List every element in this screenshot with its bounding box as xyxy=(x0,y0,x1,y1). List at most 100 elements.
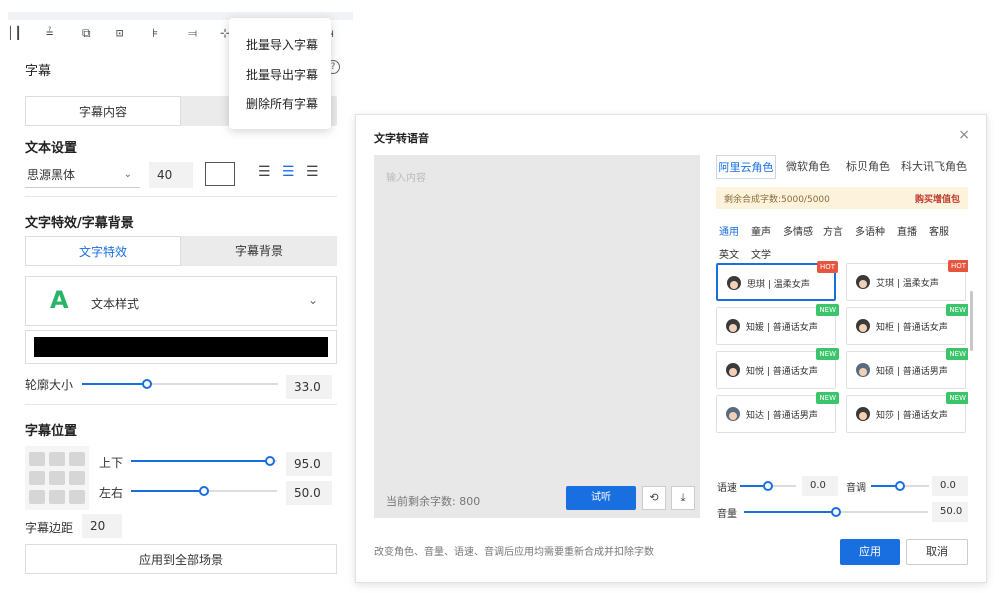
position-cell[interactable] xyxy=(49,490,65,504)
position-grid[interactable] xyxy=(25,446,89,510)
text-settings-title: 文本设置 xyxy=(25,141,78,156)
horizontal-slider-fill xyxy=(131,490,204,492)
voice-scrollbar[interactable] xyxy=(970,291,973,351)
category-emotion[interactable]: 多情感 xyxy=(783,223,813,238)
align-horizontal-icon[interactable]: ⊧ xyxy=(152,26,158,40)
volume-slider-handle[interactable] xyxy=(831,507,841,517)
volume-value[interactable]: 50.0 xyxy=(932,502,968,522)
voice-card[interactable]: 知硕 | 普通话男声 NEW xyxy=(846,348,968,389)
volume-slider[interactable] xyxy=(744,507,928,517)
close-icon[interactable]: × xyxy=(958,127,970,143)
divider xyxy=(25,404,337,405)
tts-text-input[interactable]: 输入内容 xyxy=(374,155,700,470)
position-cell[interactable] xyxy=(49,471,65,485)
position-cell[interactable] xyxy=(29,471,45,485)
font-size-input[interactable]: 40 xyxy=(149,162,193,188)
apply-button[interactable]: 应用 xyxy=(840,539,900,565)
history-icon[interactable]: ⟲ xyxy=(642,486,666,510)
apply-all-scenes-button[interactable]: 应用到全部场景 xyxy=(25,544,337,574)
position-cell[interactable] xyxy=(69,452,85,466)
volume-label: 音量 xyxy=(717,509,737,520)
align-top-icon[interactable]: ≟ xyxy=(46,26,53,40)
speed-label: 语速 xyxy=(717,483,737,494)
tab-subtitle-background[interactable]: 字幕背景 xyxy=(181,236,337,266)
text-align-right-icon[interactable]: ☰ xyxy=(306,164,319,180)
font-color-picker[interactable] xyxy=(205,162,235,186)
tab-vendor-biaobei[interactable]: 标贝角色 xyxy=(840,155,896,179)
voice-card[interactable]: 知悦 | 普通话女声 NEW xyxy=(716,348,839,389)
style-preview[interactable] xyxy=(25,330,337,364)
category-general[interactable]: 通用 xyxy=(719,223,739,238)
speed-slider-handle[interactable] xyxy=(763,481,773,491)
tts-dialog: 文字转语音 × 输入内容 当前剩余字数: 800 试听 ⟲ ⤓ 阿里云角色 微软… xyxy=(355,114,987,583)
tab-subtitle-content[interactable]: 字幕内容 xyxy=(25,96,181,126)
cancel-button[interactable]: 取消 xyxy=(906,539,968,565)
category-dialect[interactable]: 方言 xyxy=(823,223,843,238)
font-select-value: 思源黑体 xyxy=(27,168,76,182)
voice-card[interactable]: 知柜 | 普通话女声 NEW xyxy=(846,304,968,345)
effects-title: 文字特效/字幕背景 xyxy=(25,216,134,231)
menu-item-export[interactable]: 批量导出字幕 xyxy=(246,66,318,83)
outline-value[interactable]: 33.0 xyxy=(286,375,332,399)
voice-card[interactable]: 思琪 | 温柔女声 HOT xyxy=(716,261,838,301)
align-right-icon[interactable]: ⫤ xyxy=(188,26,197,41)
category-service[interactable]: 客服 xyxy=(929,223,949,238)
category-child[interactable]: 童声 xyxy=(751,223,771,238)
horizontal-slider-handle[interactable] xyxy=(199,486,209,496)
tab-vendor-aliyun[interactable]: 阿里云角色 xyxy=(716,155,776,179)
align-left-icon[interactable]: ▏▎ xyxy=(10,26,24,40)
voice-card[interactable]: 艾琪 | 温柔女声 HOT xyxy=(846,260,968,301)
tab-vendor-microsoft[interactable]: 微软角色 xyxy=(780,155,836,179)
align-center-icon[interactable]: ⧉ xyxy=(82,26,91,41)
vertical-slider-handle[interactable] xyxy=(265,456,275,466)
voice-card[interactable]: 知莎 | 普通话女声 NEW xyxy=(846,392,968,433)
outline-slider[interactable] xyxy=(82,379,278,389)
outline-slider-handle[interactable] xyxy=(142,379,152,389)
position-cell[interactable] xyxy=(69,490,85,504)
vertical-value[interactable]: 95.0 xyxy=(286,452,332,476)
voice-grid: 思琪 | 温柔女声 HOT 艾琪 | 温柔女声 HOT 知媛 | 普通话女声 N… xyxy=(716,259,968,439)
avatar xyxy=(856,275,870,289)
menu-item-import[interactable]: 批量导入字幕 xyxy=(246,36,318,53)
margin-input[interactable]: 20 xyxy=(82,514,122,538)
category-live[interactable]: 直播 xyxy=(897,223,917,238)
text-style-dropdown[interactable]: A 文本样式 ⌄ xyxy=(25,276,337,326)
position-cell[interactable] xyxy=(49,452,65,466)
pitch-slider[interactable] xyxy=(871,481,929,491)
speed-slider[interactable] xyxy=(740,481,796,491)
style-swatch xyxy=(34,337,328,357)
pitch-slider-handle[interactable] xyxy=(895,481,905,491)
buy-package-link[interactable]: 购买增值包 xyxy=(915,192,960,205)
speed-value[interactable]: 0.0 xyxy=(802,476,838,496)
voice-name: 知硕 | 普通话男声 xyxy=(876,367,948,377)
align-middle-icon[interactable]: ⊡ xyxy=(116,26,123,40)
voice-name: 艾琪 | 温柔女声 xyxy=(876,279,939,289)
tab-text-effects[interactable]: 文字特效 xyxy=(25,236,181,266)
volume-slider-fill xyxy=(744,511,836,513)
voice-card[interactable]: 知媛 | 普通话女声 NEW xyxy=(716,304,839,345)
position-cell[interactable] xyxy=(29,490,45,504)
voice-card[interactable]: 知达 | 普通话男声 NEW xyxy=(716,392,839,433)
pitch-value[interactable]: 0.0 xyxy=(932,476,968,496)
avatar xyxy=(856,319,870,333)
avatar xyxy=(727,276,741,290)
horizontal-value[interactable]: 50.0 xyxy=(286,481,332,505)
font-select[interactable]: 思源黑体 ⌄ xyxy=(25,162,140,188)
dialog-title: 文字转语音 xyxy=(374,132,429,145)
pitch-label: 音调 xyxy=(846,483,866,494)
text-placeholder: 输入内容 xyxy=(386,173,426,184)
menu-item-delete-all[interactable]: 删除所有字幕 xyxy=(246,95,318,112)
subtitle-menu: 批量导入字幕 批量导出字幕 删除所有字幕 xyxy=(229,18,331,129)
listen-button[interactable]: 试听 xyxy=(566,486,636,510)
text-align-center-icon[interactable]: ☰ xyxy=(282,164,295,180)
divider xyxy=(25,196,337,197)
category-multilingual[interactable]: 多语种 xyxy=(855,223,885,238)
position-cell[interactable] xyxy=(69,471,85,485)
margin-label: 字幕边距 xyxy=(25,521,74,535)
text-align-left-icon[interactable]: ☰ xyxy=(258,164,271,180)
download-icon[interactable]: ⤓ xyxy=(671,486,695,510)
position-cell[interactable] xyxy=(29,452,45,466)
vertical-slider[interactable] xyxy=(131,456,277,466)
horizontal-slider[interactable] xyxy=(131,486,277,496)
tab-vendor-iflytek[interactable]: 科大讯飞角色 xyxy=(900,155,968,179)
